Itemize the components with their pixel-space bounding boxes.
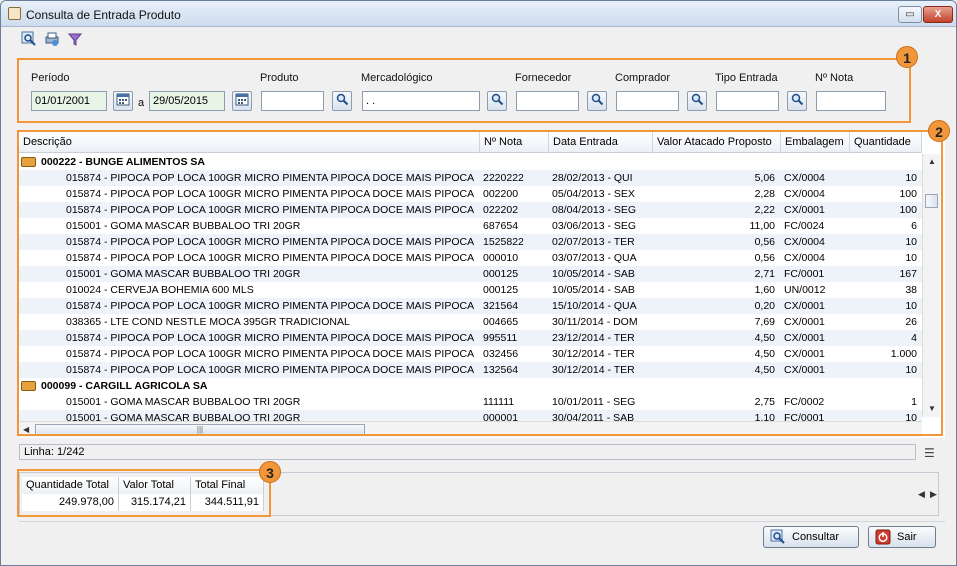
mercadologico-label: Mercadológico: [361, 72, 433, 84]
nota-label: Nº Nota: [815, 72, 854, 84]
fornecedor-label: Fornecedor: [515, 72, 572, 84]
tipo-entrada-search-button[interactable]: [787, 91, 807, 111]
totals-scroll-right-icon[interactable]: ▶: [930, 489, 937, 500]
magnifier-icon: [791, 93, 804, 106]
close-button[interactable]: X: [923, 6, 953, 23]
totals-highlight: [17, 469, 271, 517]
calendar-to-button[interactable]: [232, 91, 252, 111]
sair-button[interactable]: Sair: [868, 526, 936, 548]
annotation-badge-1: 1: [896, 46, 918, 68]
print-icon[interactable]: [44, 31, 60, 47]
magnifier-icon: [336, 93, 349, 106]
nota-field[interactable]: [816, 91, 886, 111]
calendar-icon: [235, 93, 249, 106]
comprador-label: Comprador: [615, 72, 671, 84]
java-app-icon: [8, 7, 21, 20]
consultar-label: Consultar: [792, 531, 840, 543]
mercadologico-search-button[interactable]: [487, 91, 507, 111]
magnifier-icon: [591, 93, 604, 106]
periodo-label: Período: [31, 72, 70, 84]
annotation-badge-2: 2: [928, 120, 950, 142]
periodo-separator: a: [138, 97, 145, 109]
window-title: Consulta de Entrada Produto: [26, 8, 181, 22]
restore-button[interactable]: ▭: [898, 6, 922, 23]
main-window: Consulta de Entrada Produto ▭ X 1 Períod…: [0, 0, 957, 566]
fornecedor-search-button[interactable]: [587, 91, 607, 111]
mercadologico-field[interactable]: . .: [362, 91, 480, 111]
comprador-search-button[interactable]: [687, 91, 707, 111]
tipo-entrada-field[interactable]: [716, 91, 779, 111]
tipo-entrada-label: Tipo Entrada: [715, 72, 778, 84]
grid-highlight: [17, 130, 943, 436]
magnifier-icon: [491, 93, 504, 106]
calendar-icon: [116, 93, 130, 106]
sair-label: Sair: [897, 531, 917, 543]
search-icon[interactable]: [21, 31, 37, 47]
produto-search-button[interactable]: [332, 91, 352, 111]
comprador-field[interactable]: [616, 91, 679, 111]
periodo-from-field[interactable]: 01/01/2001: [31, 91, 107, 111]
consultar-button[interactable]: Consultar: [763, 526, 859, 548]
row-status-bar: Linha: 1/242: [19, 444, 916, 460]
bottom-action-bar: Consultar Sair: [19, 521, 945, 553]
menu-lines-icon[interactable]: ☰: [924, 446, 935, 460]
fornecedor-field[interactable]: [516, 91, 579, 111]
annotation-badge-3: 3: [259, 461, 281, 483]
calendar-from-button[interactable]: [113, 91, 133, 111]
magnifier-icon: [691, 93, 704, 106]
produto-field[interactable]: [261, 91, 324, 111]
totals-scroll-left-icon[interactable]: ◀: [918, 489, 925, 500]
window-content: 1 Período 01/01/2001 a 29/05/2015 Produt…: [6, 28, 951, 562]
title-bar: Consulta de Entrada Produto ▭ X: [1, 1, 956, 27]
produto-label: Produto: [260, 72, 299, 84]
filter-icon[interactable]: [67, 31, 83, 47]
search-icon: [770, 529, 786, 545]
toolbar: [21, 31, 87, 51]
periodo-to-field[interactable]: 29/05/2015: [149, 91, 225, 111]
exit-icon: [875, 529, 891, 545]
